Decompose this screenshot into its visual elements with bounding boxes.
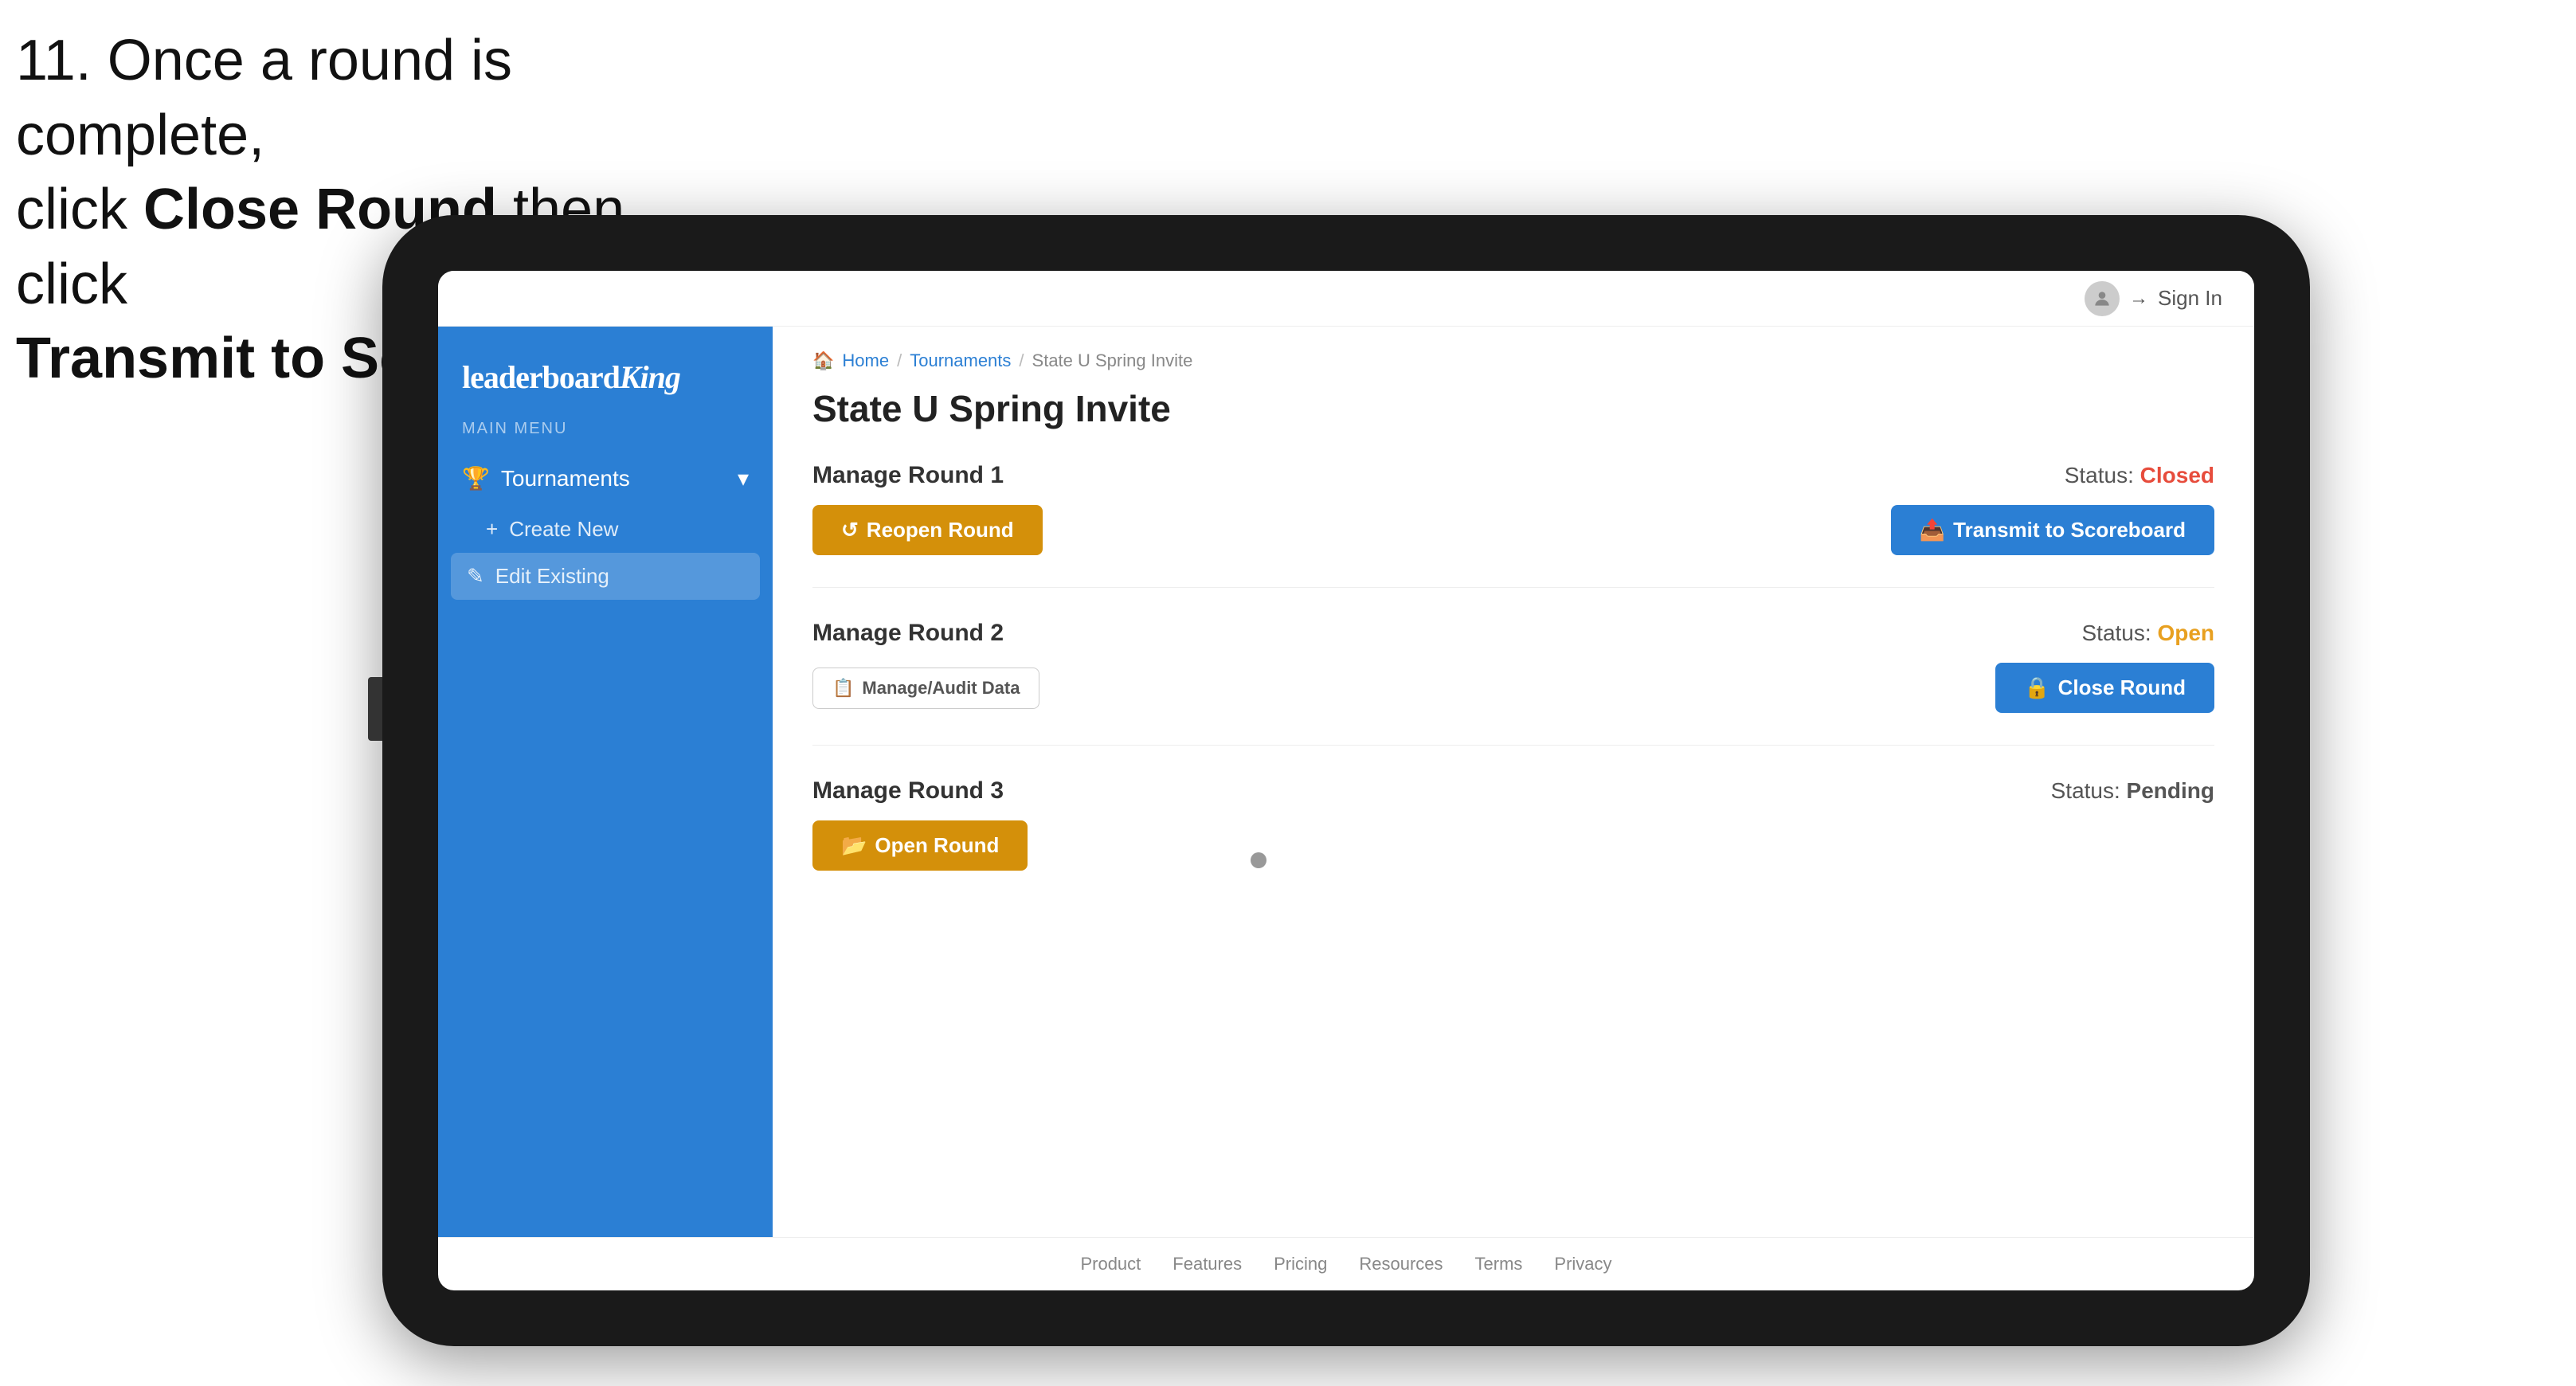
content-area: 🏠 Home / Tournaments / State U Spring In… bbox=[773, 327, 2254, 1237]
transmit-to-scoreboard-button[interactable]: 📤 Transmit to Scoreboard bbox=[1891, 505, 2214, 555]
reopen-icon: ↺ bbox=[841, 518, 859, 542]
lock-icon: 🔒 bbox=[2024, 675, 2049, 700]
sign-in-area[interactable]: → Sign In bbox=[2085, 281, 2222, 316]
main-menu-label: MAIN MENU bbox=[438, 420, 773, 451]
breadcrumb-sep-2: / bbox=[1019, 350, 1024, 371]
top-bar: → Sign In bbox=[438, 271, 2254, 327]
round-1-status-value: Closed bbox=[2140, 463, 2214, 487]
open-round-button[interactable]: 📂 Open Round bbox=[812, 820, 1028, 871]
transmit-icon: 📤 bbox=[1920, 518, 1945, 542]
breadcrumb-sep-1: / bbox=[897, 350, 902, 371]
plus-icon: + bbox=[486, 517, 498, 542]
close-round-button[interactable]: 🔒 Close Round bbox=[1995, 663, 2214, 713]
tablet-device: → Sign In leaderboardKing MAIN MENU 🏆 To… bbox=[382, 215, 2310, 1346]
breadcrumb-tournaments[interactable]: Tournaments bbox=[910, 350, 1011, 371]
footer: Product Features Pricing Resources Terms… bbox=[438, 1237, 2254, 1290]
footer-features[interactable]: Features bbox=[1173, 1254, 1242, 1274]
round-1-status: Status: Closed bbox=[2065, 463, 2214, 488]
audit-icon: 📋 bbox=[832, 678, 854, 699]
breadcrumb-current: State U Spring Invite bbox=[1032, 350, 1193, 371]
open-icon: 📂 bbox=[841, 833, 867, 858]
breadcrumb: 🏠 Home / Tournaments / State U Spring In… bbox=[812, 350, 2214, 371]
chevron-down-icon: ▾ bbox=[738, 465, 749, 491]
sidebar: leaderboardKing MAIN MENU 🏆 Tournaments … bbox=[438, 327, 773, 1237]
logo: leaderboardKing bbox=[462, 358, 749, 396]
round-2-section: Manage Round 2 Status: Open 📋 Manage/Aud… bbox=[812, 620, 2214, 746]
edit-existing-label: Edit Existing bbox=[495, 564, 609, 589]
round-3-section: Manage Round 3 Status: Pending 📂 Open Ro… bbox=[812, 777, 2214, 902]
footer-privacy[interactable]: Privacy bbox=[1554, 1254, 1611, 1274]
sidebar-item-edit-existing[interactable]: ✎ Edit Existing bbox=[451, 553, 760, 600]
sidebar-item-create-new[interactable]: + Create New bbox=[438, 506, 773, 553]
logo-area: leaderboardKing bbox=[438, 350, 773, 420]
user-avatar-icon bbox=[2085, 281, 2120, 316]
tournaments-label: Tournaments bbox=[501, 466, 630, 491]
footer-terms[interactable]: Terms bbox=[1475, 1254, 1523, 1274]
round-1-title: Manage Round 1 bbox=[812, 462, 1004, 489]
footer-product[interactable]: Product bbox=[1080, 1254, 1141, 1274]
trophy-icon: 🏆 bbox=[462, 465, 490, 491]
footer-resources[interactable]: Resources bbox=[1359, 1254, 1443, 1274]
round-3-title: Manage Round 3 bbox=[812, 777, 1004, 805]
edit-icon: ✎ bbox=[467, 564, 484, 589]
sidebar-item-tournaments[interactable]: 🏆 Tournaments ▾ bbox=[438, 451, 773, 506]
breadcrumb-home[interactable]: Home bbox=[842, 350, 889, 371]
reopen-round-button[interactable]: ↺ Reopen Round bbox=[812, 505, 1043, 555]
page-title: State U Spring Invite bbox=[812, 387, 2214, 430]
round-2-title: Manage Round 2 bbox=[812, 620, 1004, 647]
round-2-status-value: Open bbox=[2157, 621, 2214, 645]
manage-audit-data-button[interactable]: 📋 Manage/Audit Data bbox=[812, 668, 1039, 709]
tablet-screen: → Sign In leaderboardKing MAIN MENU 🏆 To… bbox=[438, 271, 2254, 1290]
round-2-status: Status: Open bbox=[2082, 621, 2215, 646]
create-new-label: Create New bbox=[509, 517, 618, 542]
round-3-status-value: Pending bbox=[2127, 778, 2214, 803]
round-3-status: Status: Pending bbox=[2051, 778, 2214, 804]
footer-pricing[interactable]: Pricing bbox=[1274, 1254, 1327, 1274]
home-icon: 🏠 bbox=[812, 350, 834, 371]
sign-in-icon: → bbox=[2129, 288, 2148, 310]
sign-in-label[interactable]: Sign In bbox=[2158, 286, 2222, 311]
round-1-section: Manage Round 1 Status: Closed ↺ Reopen R… bbox=[812, 462, 2214, 588]
